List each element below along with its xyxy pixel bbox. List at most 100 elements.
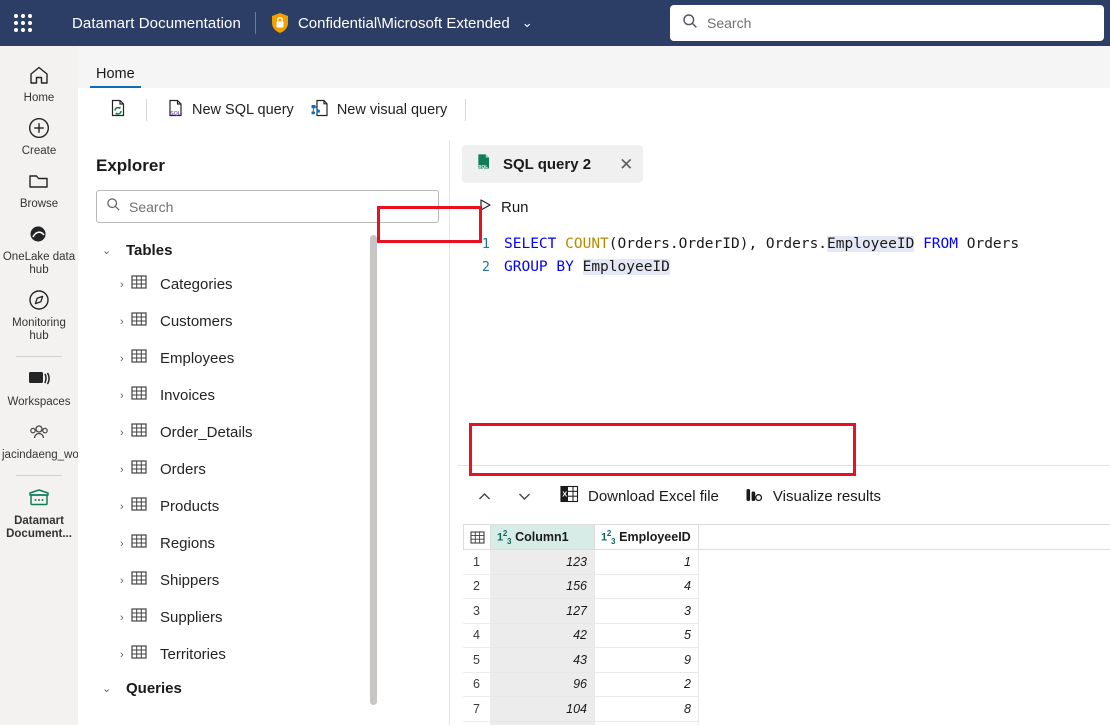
cell-column1[interactable]: 104 — [491, 697, 595, 722]
table-row[interactable]: 8 67 6 — [463, 721, 1110, 725]
cell-column1[interactable]: 96 — [491, 672, 595, 697]
chevron-down-icon[interactable]: ⌄ — [522, 15, 533, 31]
cell-employeeid[interactable]: 3 — [595, 599, 699, 624]
tree-group-tables[interactable]: ⌄ Tables — [86, 235, 449, 266]
cell-column1[interactable]: 43 — [491, 648, 595, 673]
table-label: Order_Details — [160, 424, 253, 441]
sidebar-item-home[interactable]: Home — [0, 56, 78, 109]
chevron-right-icon[interactable]: › — [120, 390, 130, 402]
grid-column-header-employeeid[interactable]: 123 EmployeeID — [595, 524, 699, 550]
left-nav-rail: Home Create Browse OneLake data hub Moni — [0, 46, 119, 725]
table-row[interactable]: 5 43 9 — [463, 648, 1110, 673]
sidebar-item-create[interactable]: Create — [0, 109, 78, 162]
table-row[interactable]: 6 96 2 — [463, 672, 1110, 697]
table-row[interactable]: 7 104 8 — [463, 697, 1110, 722]
sidebar-item-onelake-data-hub[interactable]: OneLake data hub — [0, 215, 78, 281]
table-icon — [130, 384, 148, 407]
chevron-right-icon[interactable]: › — [120, 464, 130, 476]
close-icon[interactable]: ✕ — [619, 156, 633, 173]
sidebar-item-browse[interactable]: Browse — [0, 162, 78, 215]
tree-node-suppliers[interactable]: › Suppliers — [86, 599, 449, 636]
row-filler — [699, 599, 1110, 624]
tab-home[interactable]: Home — [90, 66, 141, 88]
line-number: 2 — [481, 258, 490, 275]
query-pane: SQL SQL query 2 ✕ Run 1 SELECT COUNT(Ord… — [458, 140, 1110, 725]
download-excel-label: Download Excel file — [588, 487, 719, 505]
grid-column-header-column1[interactable]: 123 Column1 — [491, 524, 595, 550]
download-excel-button[interactable]: X Download Excel file — [550, 480, 729, 512]
explorer-search[interactable] — [96, 190, 439, 223]
visualize-results-button[interactable]: Visualize results — [735, 481, 891, 512]
line-number: 1 — [481, 235, 490, 252]
tree-node-employees[interactable]: › Employees — [86, 340, 449, 377]
tree-node-invoices[interactable]: › Invoices — [86, 377, 449, 414]
collapse-up-button[interactable] — [464, 480, 504, 512]
explorer-search-input[interactable] — [129, 198, 429, 215]
cell-employeeid[interactable]: 9 — [595, 648, 699, 673]
workspaces-icon — [26, 366, 52, 392]
results-toolbar: X Download Excel file Visualize results — [458, 466, 1110, 526]
table-icon — [130, 458, 148, 481]
search-input[interactable] — [707, 15, 1092, 31]
sql-editor[interactable]: 1 SELECT COUNT(Orders.OrderID), Orders.E… — [458, 226, 1110, 361]
chevron-right-icon[interactable]: › — [120, 279, 130, 291]
row-filler — [699, 672, 1110, 697]
chevron-right-icon[interactable]: › — [120, 612, 130, 624]
select-all-grid-icon[interactable] — [463, 524, 491, 550]
sidebar-item-label: Create — [21, 145, 57, 157]
editor-line: 1 SELECT COUNT(Orders.OrderID), Orders.E… — [458, 232, 1110, 255]
collapse-down-button[interactable] — [504, 480, 544, 512]
tree-node-orders[interactable]: › Orders — [86, 451, 449, 488]
tree-node-territories[interactable]: › Territories — [86, 636, 449, 673]
cell-employeeid[interactable]: 8 — [595, 697, 699, 722]
table-icon — [130, 273, 148, 296]
cell-column1[interactable]: 156 — [491, 574, 595, 599]
tree-node-order-details[interactable]: › Order_Details — [86, 414, 449, 451]
row-filler — [699, 574, 1110, 599]
global-search[interactable] — [670, 5, 1104, 41]
tree-group-queries[interactable]: ⌄ Queries — [86, 673, 449, 704]
explorer-tree: ⌄ Tables › Categories › Customers › Empl… — [86, 235, 449, 725]
chevron-right-icon[interactable]: › — [120, 538, 130, 550]
cell-employeeid[interactable]: 6 — [595, 721, 699, 725]
chevron-right-icon[interactable]: › — [120, 501, 130, 513]
sidebar-item-monitoring-hub[interactable]: Monitoring hub — [0, 281, 78, 347]
cell-employeeid[interactable]: 5 — [595, 623, 699, 648]
cell-column1[interactable]: 127 — [491, 599, 595, 624]
sidebar-item-datamart-documentation[interactable]: Datamart Document... — [0, 479, 78, 545]
chevron-right-icon[interactable]: › — [120, 575, 130, 587]
cell-employeeid[interactable]: 2 — [595, 672, 699, 697]
table-row[interactable]: 4 42 5 — [463, 623, 1110, 648]
table-row[interactable]: 1 123 1 — [463, 550, 1110, 575]
title-divider — [254, 12, 256, 34]
new-visual-query-button[interactable]: New visual query — [302, 94, 455, 126]
refresh-button[interactable] — [100, 94, 136, 126]
chevron-right-icon[interactable]: › — [120, 353, 130, 365]
sidebar-item-jacindaeng-workspace[interactable]: jacindaeng_workspace — [0, 413, 119, 466]
content-area: Home SQL New SQL query New visual query … — [78, 46, 1110, 725]
visualize-results-label: Visualize results — [772, 487, 882, 505]
cell-column1[interactable]: 67 — [491, 721, 595, 725]
cell-column1[interactable]: 123 — [491, 550, 595, 575]
row-filler — [699, 648, 1110, 673]
new-sql-query-button[interactable]: SQL New SQL query — [157, 94, 302, 126]
run-button[interactable]: Run — [468, 194, 539, 220]
chevron-right-icon[interactable]: › — [120, 316, 130, 328]
table-row[interactable]: 2 156 4 — [463, 574, 1110, 599]
chevron-right-icon[interactable]: › — [120, 427, 130, 439]
tree-node-regions[interactable]: › Regions — [86, 525, 449, 562]
tree-node-categories[interactable]: › Categories — [86, 266, 449, 303]
cell-employeeid[interactable]: 4 — [595, 574, 699, 599]
explorer-scrollbar[interactable] — [370, 235, 377, 705]
tab-sql-query-2[interactable]: SQL SQL query 2 ✕ — [462, 145, 644, 183]
chevron-right-icon[interactable]: › — [120, 649, 130, 661]
table-row[interactable]: 3 127 3 — [463, 599, 1110, 624]
cell-employeeid[interactable]: 1 — [595, 550, 699, 575]
table-icon — [130, 495, 148, 518]
sidebar-item-workspaces[interactable]: Workspaces — [0, 360, 78, 413]
tree-node-customers[interactable]: › Customers — [86, 303, 449, 340]
tree-node-shippers[interactable]: › Shippers — [86, 562, 449, 599]
cell-column1[interactable]: 42 — [491, 623, 595, 648]
tree-node-products[interactable]: › Products — [86, 488, 449, 525]
app-launcher-icon[interactable] — [0, 0, 46, 46]
